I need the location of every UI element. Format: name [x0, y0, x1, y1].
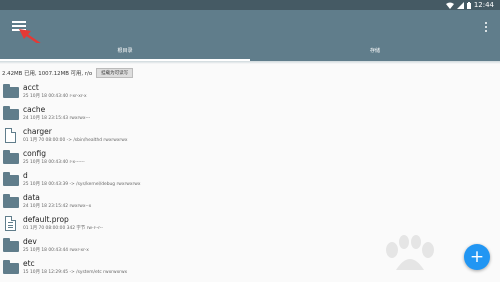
item-name: dev — [23, 237, 37, 246]
tab-root[interactable]: 根目录 — [0, 43, 250, 61]
item-meta: 25 10月 18 00:43:44 rwxr-xr-x — [23, 248, 89, 253]
baidu-watermark-logo — [386, 235, 434, 270]
item-meta: 25 10月 18 00:43:40 r-x------ — [23, 160, 85, 165]
remount-rw-button[interactable]: 挂载为可读写 — [96, 68, 134, 78]
folder-icon — [3, 194, 19, 208]
item-meta: 24 10月 18 23:15:42 rwxrwx--x — [23, 204, 92, 209]
tab-bar: 根目录 存储 — [0, 43, 500, 61]
item-meta: 01 1月 70 08:00:00 342 字节 rw-r--r-- — [23, 226, 103, 231]
item-name: default.prop — [23, 215, 69, 224]
list-item-d[interactable]: d 25 10月 18 00:43:39 -> /sys/kernel/debu… — [0, 168, 500, 190]
item-name: cache — [23, 105, 46, 114]
battery-icon — [466, 1, 471, 9]
item-name: acct — [23, 83, 39, 92]
list-item-acct[interactable]: acct 25 10月 18 00:43:40 r-xr-xr-x — [0, 80, 500, 102]
add-fab-button[interactable]: + — [464, 244, 490, 270]
item-meta: 24 10月 18 23:15:43 rwxrwx--- — [23, 116, 91, 121]
list-item-data[interactable]: data 24 10月 18 23:15:42 rwxrwx--x — [0, 190, 500, 212]
list-item-charger[interactable]: charger 01 1月 70 08:00:00 -> /sbin/healt… — [0, 124, 500, 146]
folder-icon — [3, 238, 19, 252]
storage-info-bar: 2.42MB 已用, 1007.12MB 可用, r/o 挂载为可读写 — [0, 67, 500, 79]
item-meta: 15 10月 18 12:29:45 -> /system/etc rwxrwx… — [23, 270, 128, 275]
item-name: charger — [23, 127, 52, 136]
item-meta: 25 10月 18 00:43:39 -> /sys/kernel/debug … — [23, 182, 141, 187]
status-bar: 12:44 — [0, 0, 500, 10]
item-name: config — [23, 149, 46, 158]
item-name: etc — [23, 259, 35, 268]
status-time: 12:44 — [473, 1, 494, 9]
list-item-config[interactable]: config 25 10月 18 00:43:40 r-x------ — [0, 146, 500, 168]
file-icon — [3, 128, 19, 143]
storage-info-text: 2.42MB 已用, 1007.12MB 可用, r/o — [2, 71, 93, 77]
item-meta: 01 1月 70 08:00:00 -> /sbin/healthd rwxrw… — [23, 138, 128, 143]
item-meta: 25 10月 18 00:43:40 r-xr-xr-x — [23, 94, 87, 99]
folder-icon — [3, 106, 19, 120]
tab-storage[interactable]: 存储 — [250, 43, 500, 61]
folder-icon — [3, 150, 19, 164]
app-bar — [0, 10, 500, 43]
folder-icon — [3, 260, 19, 274]
folder-icon — [3, 172, 19, 186]
list-item-cache[interactable]: cache 24 10月 18 23:15:43 rwxrwx--- — [0, 102, 500, 124]
more-options-icon[interactable] — [484, 20, 488, 34]
item-name: data — [23, 193, 40, 202]
folder-icon — [3, 84, 19, 98]
document-icon — [3, 216, 19, 231]
signal-icon — [456, 1, 464, 9]
wifi-icon — [445, 2, 454, 9]
item-name: d — [23, 171, 28, 180]
